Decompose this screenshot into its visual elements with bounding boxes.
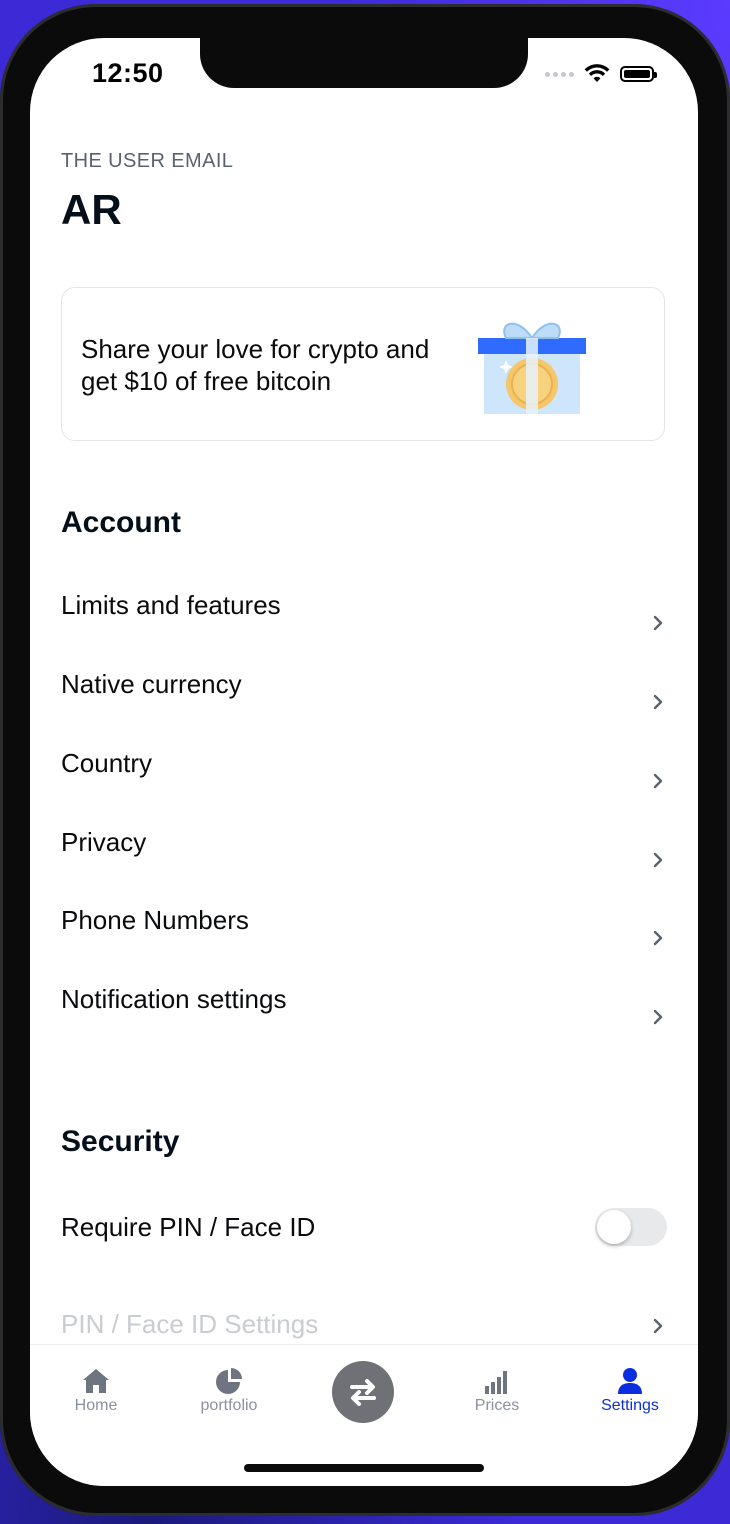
notch xyxy=(200,38,528,88)
swap-arrows-icon xyxy=(350,1379,376,1406)
user-email-label: THE USER EMAIL xyxy=(61,150,234,172)
home-indicator xyxy=(244,1464,484,1472)
account-section-title: Account xyxy=(61,506,181,539)
chevron-right-icon xyxy=(653,930,663,946)
row-label: PIN / Face ID Settings xyxy=(61,1309,319,1339)
bar-chart-icon xyxy=(485,1371,507,1394)
tab-prices[interactable]: Prices xyxy=(442,1345,552,1435)
swap-button[interactable] xyxy=(332,1361,394,1423)
gift-coin-icon xyxy=(478,322,586,414)
row-privacy[interactable]: Privacy xyxy=(30,827,698,905)
promo-text: Share your love for crypto and get $10 o… xyxy=(81,334,430,396)
cellular-signal-icon xyxy=(545,71,574,77)
row-label: Privacy xyxy=(61,827,147,857)
user-name: AR xyxy=(61,186,122,233)
row-label: Limits and features xyxy=(61,590,281,620)
battery-icon xyxy=(620,66,657,82)
require-pin-toggle[interactable] xyxy=(595,1208,667,1246)
row-limits-and-features[interactable]: Limits and features xyxy=(30,590,698,668)
tab-portfolio[interactable]: portfolio xyxy=(174,1345,284,1435)
chevron-right-icon xyxy=(653,852,663,868)
chevron-right-icon xyxy=(653,615,663,631)
wifi-icon xyxy=(584,64,610,82)
row-label: Notification settings xyxy=(61,984,287,1014)
phone-frame: 12:50 THE USER EMAIL AR Share your love … xyxy=(0,4,730,1516)
chevron-right-icon xyxy=(653,1318,663,1334)
chevron-right-icon xyxy=(653,773,663,789)
referral-promo-card[interactable]: Share your love for crypto and get $10 o… xyxy=(61,287,665,441)
status-time: 12:50 xyxy=(92,58,164,88)
security-section-title: Security xyxy=(61,1125,180,1158)
tab-label: Settings xyxy=(601,1397,659,1414)
tab-label: Home xyxy=(74,1397,118,1414)
tab-home[interactable]: Home xyxy=(41,1345,151,1435)
tab-settings[interactable]: Settings xyxy=(575,1345,685,1435)
chevron-right-icon xyxy=(653,694,663,710)
chevron-right-icon xyxy=(653,1009,663,1025)
tab-label: Prices xyxy=(474,1397,520,1414)
status-icons xyxy=(545,64,657,84)
screen: 12:50 THE USER EMAIL AR Share your love … xyxy=(30,38,698,1486)
row-label: Country xyxy=(61,748,153,778)
row-label: Phone Numbers xyxy=(61,905,249,935)
row-notification-settings[interactable]: Notification settings xyxy=(30,984,698,1062)
pie-chart-icon xyxy=(216,1368,242,1394)
row-label: Native currency xyxy=(61,669,242,699)
toggle-knob xyxy=(597,1210,631,1244)
tab-label: portfolio xyxy=(200,1397,258,1414)
home-icon xyxy=(83,1369,109,1393)
person-icon xyxy=(618,1368,642,1394)
require-pin-label: Require PIN / Face ID xyxy=(61,1212,316,1242)
row-phone-numbers[interactable]: Phone Numbers xyxy=(30,905,698,983)
row-native-currency[interactable]: Native currency xyxy=(30,669,698,747)
row-country[interactable]: Country xyxy=(30,748,698,826)
row-pin-face-id-settings[interactable]: PIN / Face ID Settings xyxy=(30,1309,698,1349)
